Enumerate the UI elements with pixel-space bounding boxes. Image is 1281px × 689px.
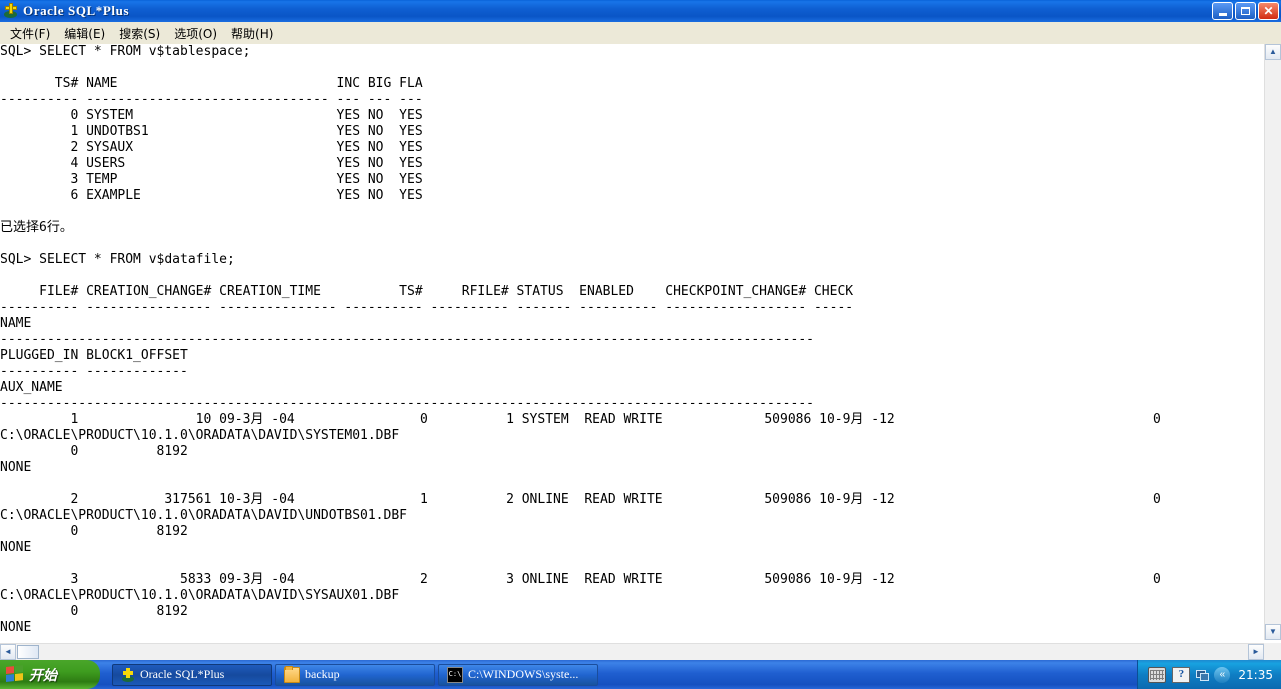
- taskbar: 开始 Oracle SQL*Plus backup C:\ C:\WINDOWS…: [0, 660, 1281, 689]
- menu-options[interactable]: 选项(O): [168, 23, 225, 44]
- console-line: 2 SYSAUX YES NO YES: [0, 140, 423, 155]
- close-button[interactable]: ✕: [1258, 2, 1279, 20]
- keyboard-icon[interactable]: [1148, 666, 1167, 683]
- scroll-up-icon[interactable]: ▲: [1265, 44, 1281, 60]
- console-line: C:\ORACLE\PRODUCT\10.1.0\ORADATA\DAVID\S…: [0, 428, 400, 443]
- console-line: TS# NAME INC BIG FLA: [0, 76, 423, 91]
- minimize-button[interactable]: [1212, 2, 1233, 20]
- desktop: Oracle SQL*Plus ✕ 文件(F) 编辑(E) 搜索(S) 选项(O…: [0, 0, 1281, 689]
- taskbar-clock[interactable]: 21:35: [1236, 668, 1273, 682]
- console-line: 0 8192: [0, 524, 188, 539]
- taskbar-item-label: C:\WINDOWS\syste...: [468, 667, 579, 681]
- console-line: SQL> SELECT * FROM v$datafile;: [0, 252, 235, 267]
- console-line: 0 8192: [0, 604, 188, 619]
- horizontal-scroll-thumb[interactable]: [17, 645, 39, 659]
- taskbar-item-oracle-sqlplus[interactable]: Oracle SQL*Plus: [112, 663, 272, 686]
- console-line: 2 317561 10-3月 -04 1 2 ONLINE READ WRITE…: [0, 492, 1161, 507]
- menu-search[interactable]: 搜索(S): [113, 23, 168, 44]
- console-line: C:\ORACLE\PRODUCT\10.1.0\ORADATA\DAVID\U…: [0, 508, 407, 523]
- folder-icon: [284, 665, 300, 683]
- console-line: ---------- -------------: [0, 364, 188, 379]
- maximize-restore-button[interactable]: [1235, 2, 1256, 20]
- console-line: FILE# CREATION_CHANGE# CREATION_TIME TS#…: [0, 284, 854, 299]
- network-icon[interactable]: [1196, 669, 1210, 681]
- console-line: SQL> SELECT * FROM v$tablespace;: [0, 44, 251, 59]
- taskbar-item-label: Oracle SQL*Plus: [140, 667, 225, 681]
- oracle-icon: [121, 667, 135, 682]
- menu-bar: 文件(F) 编辑(E) 搜索(S) 选项(O) 帮助(H): [0, 22, 1281, 44]
- console-line: 1 10 09-3月 -04 0 1 SYSTEM READ WRITE 509…: [0, 412, 1161, 427]
- menu-file[interactable]: 文件(F): [4, 23, 58, 44]
- console-line: C:\ORACLE\PRODUCT\10.1.0\ORADATA\DAVID\S…: [0, 588, 400, 603]
- console-line: 0 SYSTEM YES NO YES: [0, 108, 423, 123]
- scroll-right-icon[interactable]: ►: [1248, 644, 1264, 660]
- console-line: NAME: [0, 316, 32, 331]
- window-title: Oracle SQL*Plus: [23, 3, 130, 18]
- console-line: AUX_NAME: [0, 380, 63, 395]
- scroll-down-icon[interactable]: ▼: [1265, 624, 1281, 640]
- window-controls: ✕: [1212, 2, 1279, 20]
- scroll-left-icon[interactable]: ◄: [0, 644, 16, 660]
- vertical-scrollbar[interactable]: ▲ ▼: [1264, 44, 1281, 640]
- taskbar-item-windows-system[interactable]: C:\ C:\WINDOWS\syste...: [438, 663, 598, 686]
- oracle-sqlplus-icon: [3, 3, 19, 19]
- console-line: ---------- ---------------- ------------…: [0, 300, 854, 315]
- start-button[interactable]: 开始: [0, 660, 100, 689]
- console-line: 1 UNDOTBS1 YES NO YES: [0, 124, 423, 139]
- console-line: 6 EXAMPLE YES NO YES: [0, 188, 423, 203]
- console-line: ---------- -----------------------------…: [0, 92, 423, 107]
- sqlplus-console[interactable]: SQL> SELECT * FROM v$tablespace; TS# NAM…: [0, 44, 1264, 640]
- taskbar-item-backup[interactable]: backup: [275, 663, 435, 686]
- taskbar-item-label: backup: [305, 667, 340, 681]
- window-titlebar: Oracle SQL*Plus ✕: [0, 0, 1281, 22]
- console-line: 3 5833 09-3月 -04 2 3 ONLINE READ WRITE 5…: [0, 572, 1161, 587]
- console-line: 0 8192: [0, 444, 188, 459]
- taskbar-items: Oracle SQL*Plus backup C:\ C:\WINDOWS\sy…: [112, 663, 598, 686]
- start-button-label: 开始: [29, 667, 57, 684]
- console-text: SQL> SELECT * FROM v$tablespace; TS# NAM…: [0, 44, 1264, 636]
- console-line: 已选择6行。: [0, 220, 73, 235]
- help-icon[interactable]: ?: [1172, 666, 1191, 683]
- console-line: ----------------------------------------…: [0, 396, 814, 411]
- console-line: NONE: [0, 460, 32, 475]
- console-line: 4 USERS YES NO YES: [0, 156, 423, 171]
- cmd-icon: C:\: [447, 666, 463, 683]
- console-line: ----------------------------------------…: [0, 332, 814, 347]
- windows-logo-icon: [6, 665, 24, 684]
- horizontal-scrollbar[interactable]: ◄ ►: [0, 643, 1264, 660]
- console-line: NONE: [0, 540, 32, 555]
- chevron-left-icon[interactable]: «: [1214, 666, 1231, 683]
- close-icon: ✕: [1263, 4, 1274, 18]
- menu-edit[interactable]: 编辑(E): [58, 23, 113, 44]
- console-line: PLUGGED_IN BLOCK1_OFFSET: [0, 348, 188, 363]
- system-tray: ? « 21:35: [1137, 660, 1281, 689]
- console-line: 3 TEMP YES NO YES: [0, 172, 423, 187]
- menu-help[interactable]: 帮助(H): [225, 23, 281, 44]
- scrollbar-corner: [1264, 643, 1281, 660]
- console-line: NONE: [0, 620, 32, 635]
